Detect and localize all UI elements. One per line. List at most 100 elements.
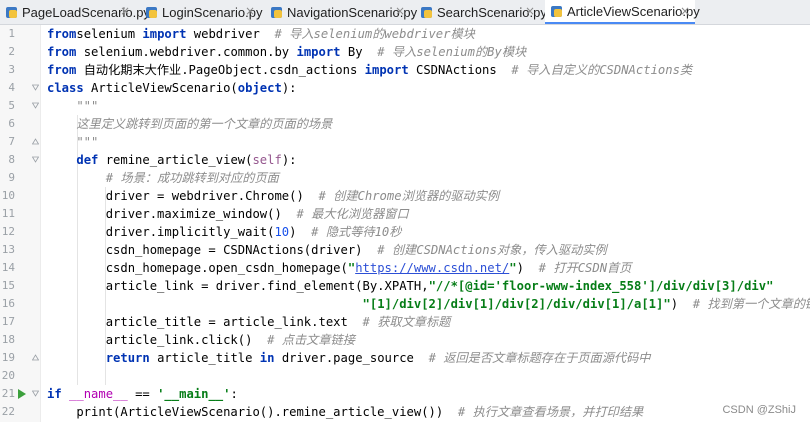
line-number: 8 — [8, 153, 15, 166]
code-line[interactable]: 3 from 自动化期末大作业.PageObject.csdn_actions i… — [0, 61, 810, 79]
code-line[interactable]: 14 csdn_homepage.open_csdn_homepage("htt… — [0, 259, 810, 277]
code-token: """ — [47, 99, 99, 113]
code-editor[interactable]: 1 fromselenium import webdriver # 导入selen… — [0, 25, 810, 422]
tab-label: PageLoadScenario.py — [22, 4, 150, 20]
code-token: # 返回是否文章标题存在于页面源代码中 — [428, 351, 651, 365]
code-line[interactable]: 21 if __name__ == '__main__': — [0, 385, 810, 403]
close-icon[interactable]: × — [680, 4, 690, 18]
code-line[interactable]: 17 article_title = article_link.text # 获… — [0, 313, 810, 331]
code-token: ) — [289, 225, 312, 239]
code-text: article_title = article_link.text # 获取文章… — [47, 313, 451, 331]
code-token: # 获取文章标题 — [362, 315, 451, 329]
python-file-icon — [421, 6, 432, 18]
tab-articleviewscenario[interactable]: ArticleViewScenario.py × — [545, 0, 700, 24]
code-text: article_link = driver.find_element(By.XP… — [47, 277, 774, 295]
fold-icon[interactable] — [32, 156, 39, 163]
code-token: # 导入selenium的By模块 — [377, 45, 527, 59]
code-line[interactable]: 7 """ — [0, 133, 810, 151]
close-icon[interactable]: × — [120, 4, 130, 18]
tab-navigationscenario[interactable]: NavigationScenario.py × — [265, 0, 417, 24]
tab-pageloadscenario[interactable]: PageLoadScenario.py × — [0, 0, 150, 24]
code-line[interactable]: 11 driver.maximize_window() # 最大化浏览器窗口 — [0, 205, 810, 223]
watermark: CSDN @ZShiJ — [722, 404, 796, 416]
line-number: 11 — [1, 207, 15, 220]
line-number: 18 — [1, 333, 15, 346]
code-token: in — [259, 351, 275, 365]
code-token: ) — [670, 297, 693, 311]
line-number: 20 — [1, 369, 15, 382]
tab-searchscenario[interactable]: SearchScenario.py × — [415, 0, 547, 24]
code-line[interactable]: 10 driver = webdriver.Chrome() # 创建Chrom… — [0, 187, 810, 205]
line-number: 5 — [8, 99, 15, 112]
code-text: driver.maximize_window() # 最大化浏览器窗口 — [47, 205, 409, 223]
line-number: 15 — [1, 279, 15, 292]
code-token: # 最大化浏览器窗口 — [296, 207, 409, 221]
code-text: driver.implicitly_wait(10) # 隐式等待10秒 — [47, 223, 402, 241]
code-text: return article_title in driver.page_sour… — [47, 349, 651, 367]
code-text: if __name__ == '__main__': — [47, 385, 238, 403]
line-number: 4 — [8, 81, 15, 94]
fold-icon[interactable] — [32, 102, 39, 109]
code-line[interactable]: 1 fromselenium import webdriver # 导入selen… — [0, 25, 810, 43]
code-text: csdn_homepage.open_csdn_homepage("https:… — [47, 259, 632, 277]
code-line[interactable]: 12 driver.implicitly_wait(10) # 隐式等待10秒 — [0, 223, 810, 241]
code-token: 这里定义跳转到页面的第一个文章的页面的场景 — [47, 117, 333, 131]
code-line[interactable]: 9 # 场景：成功跳转到对应的页面 — [0, 169, 810, 187]
code-line[interactable]: 20 — [0, 367, 810, 385]
code-token: "//*[@id='floor-www-index_558']/div/div[… — [428, 279, 774, 293]
code-line[interactable]: 19 return article_title in driver.page_s… — [0, 349, 810, 367]
code-token: 10 — [274, 225, 290, 239]
code-text: fromselenium import webdriver # 导入seleni… — [47, 25, 475, 43]
code-token: import — [296, 45, 341, 59]
code-token: ArticleViewScenario( — [83, 81, 238, 95]
close-icon[interactable]: × — [395, 4, 405, 18]
fold-icon[interactable] — [32, 390, 39, 397]
line-number: 21 — [1, 387, 15, 400]
code-line[interactable]: 18 article_link.click() # 点击文章链接 — [0, 331, 810, 349]
code-token: # 导入自定义的CSDNActions类 — [511, 63, 693, 77]
code-token: # 点击文章链接 — [267, 333, 355, 347]
code-token: By — [340, 45, 378, 59]
line-number: 22 — [1, 405, 15, 418]
code-token: """ — [47, 135, 99, 149]
code-line[interactable]: 15 article_link = driver.find_element(By… — [0, 277, 810, 295]
code-token: webdriver — [186, 27, 275, 41]
code-line[interactable]: 5 """ — [0, 97, 810, 115]
line-number: 17 — [1, 315, 15, 328]
code-line[interactable]: 13 csdn_homepage = CSDNActions(driver) #… — [0, 241, 810, 259]
code-text: csdn_homepage = CSDNActions(driver) # 创建… — [47, 241, 607, 259]
close-icon[interactable]: × — [245, 4, 255, 18]
code-text: from selenium.webdriver.common.by import… — [47, 43, 526, 61]
code-token: # 场景：成功跳转到对应的页面 — [105, 171, 279, 185]
line-number: 13 — [1, 243, 15, 256]
code-line[interactable]: 2 from selenium.webdriver.common.by impor… — [0, 43, 810, 61]
run-icon[interactable] — [18, 389, 26, 399]
code-token: # 创建CSDNActions对象，传入驱动实例 — [377, 243, 607, 257]
fold-icon[interactable] — [32, 354, 39, 361]
code-line[interactable]: 4 class ArticleViewScenario(object): — [0, 79, 810, 97]
fold-icon[interactable] — [32, 138, 39, 145]
code-token: == — [127, 387, 158, 401]
code-line[interactable]: 6 这里定义跳转到页面的第一个文章的页面的场景 — [0, 115, 810, 133]
line-number: 3 — [8, 63, 15, 76]
tab-loginscenario[interactable]: LoginScenario.py × — [140, 0, 262, 24]
code-token: article_link = driver.find_element(By.XP… — [47, 279, 429, 293]
code-token: return — [105, 351, 150, 365]
code-token: " — [509, 261, 517, 275]
code-token: object — [237, 81, 282, 95]
code-text: """ — [47, 133, 98, 151]
code-line[interactable]: 8 def remine_article_view(self): — [0, 151, 810, 169]
fold-icon[interactable] — [32, 84, 39, 91]
code-token: article_title — [149, 351, 260, 365]
line-number: 10 — [1, 189, 15, 202]
code-token: print(ArticleViewScenario().remine_artic… — [47, 405, 458, 419]
code-text: """ — [47, 97, 98, 115]
code-line[interactable]: 22 print(ArticleViewScenario().remine_ar… — [0, 403, 810, 421]
code-line[interactable]: 16 "[1]/div[2]/div[1]/div[2]/div/div[1]/… — [0, 295, 810, 313]
close-icon[interactable]: × — [525, 4, 535, 18]
code-token: driver.maximize_window() — [47, 207, 297, 221]
